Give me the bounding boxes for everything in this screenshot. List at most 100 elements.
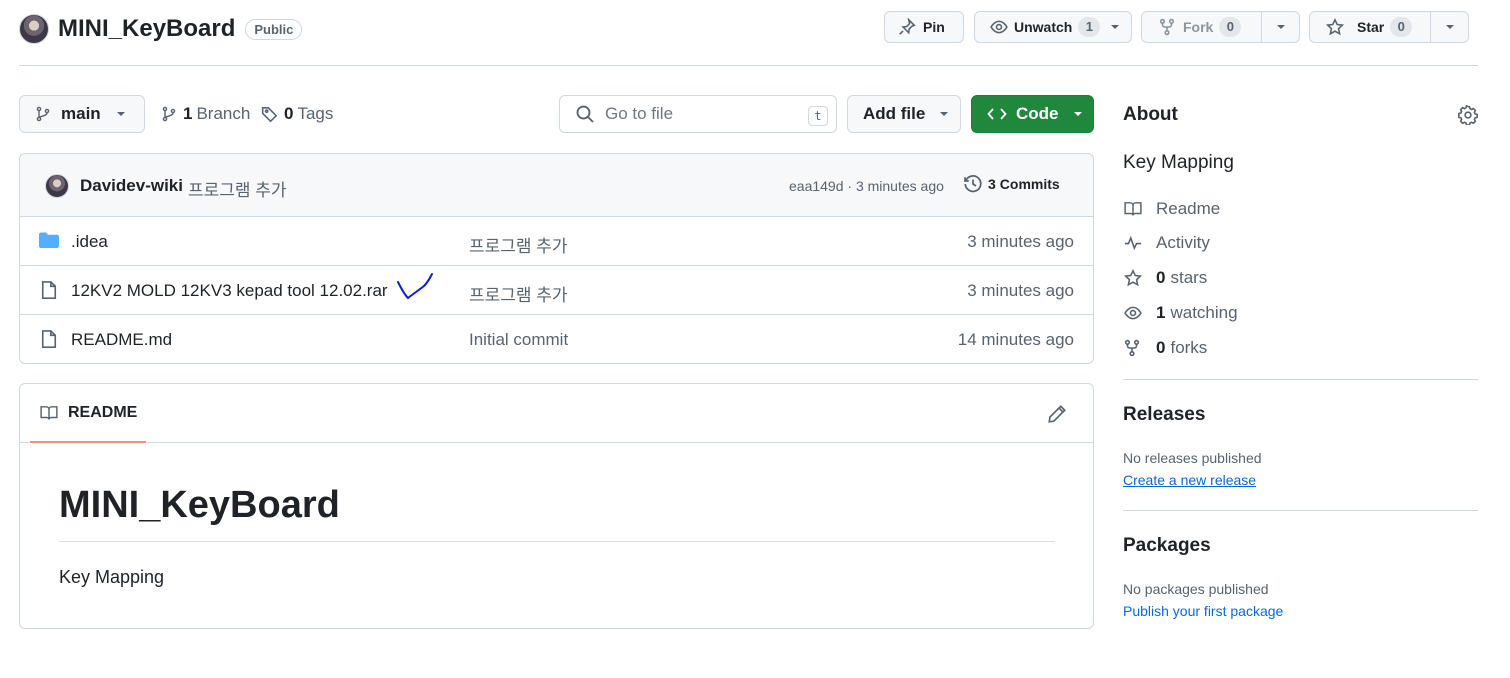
file-name[interactable]: 12KV2 MOLD 12KV3 kepad tool 12.02.rar [71,281,388,301]
forks-link[interactable]: 0 forks [1123,337,1207,359]
file-row[interactable]: README.md Initial commit 14 minutes ago [20,315,1093,363]
file-name[interactable]: README.md [71,330,172,350]
author-avatar[interactable] [45,174,69,198]
branch-icon [35,105,51,123]
file-icon [39,329,59,349]
checkmark-annotation [394,270,440,304]
edit-pencil-icon[interactable] [1047,404,1067,424]
star-dropdown[interactable] [1430,12,1468,42]
keyboard-shortcut-hint: t [808,106,828,126]
file-row[interactable]: 12KV2 MOLD 12KV3 kepad tool 12.02.rar 프로… [20,266,1093,315]
eye-icon [989,18,1009,36]
file-commit-message[interactable]: 프로그램 추가 [469,232,568,257]
add-file-label: Add file [863,104,926,123]
packages-empty-text: No packages published [1123,581,1269,597]
chevron-down-icon [1110,24,1120,30]
readme-panel: README MINI_KeyBoard Key Mapping [19,383,1094,629]
file-name[interactable]: .idea [71,232,108,252]
code-label: Code [1016,104,1059,123]
chevron-down-icon [116,111,126,117]
star-label: Star [1357,19,1385,35]
commits-link[interactable]: 3 Commits [963,174,1060,194]
readme-link[interactable]: Readme [1123,198,1220,220]
tab-readme[interactable]: README [30,384,146,443]
tags-link[interactable]: 0 Tags [261,95,333,133]
file-row[interactable]: .idea 프로그램 추가 3 minutes ago [20,217,1093,266]
about-title: About [1123,104,1178,125]
pin-button[interactable]: Pin [884,11,964,43]
fork-button[interactable]: Fork 0 [1141,11,1300,43]
branch-selector[interactable]: main [19,95,145,133]
branch-icon [161,105,177,123]
activity-link[interactable]: Activity [1123,232,1210,254]
forks-label: forks [1170,338,1208,357]
tag-icon [261,105,279,123]
search-input[interactable] [605,104,795,124]
chevron-down-icon [1276,24,1286,30]
go-to-file-search[interactable]: t [559,95,837,133]
publish-package-link[interactable]: Publish your first package [1123,603,1283,619]
chevron-down-icon [1445,24,1455,30]
unwatch-button[interactable]: Unwatch 1 [974,11,1132,43]
visibility-badge: Public [245,18,303,40]
book-icon [39,404,59,422]
fork-label: Fork [1183,19,1214,35]
releases-empty-text: No releases published [1123,450,1262,466]
unwatch-label: Unwatch [1014,19,1073,35]
book-icon [1123,200,1143,218]
repo-name[interactable]: MINI_KeyBoard [58,15,235,43]
watching-link[interactable]: 1 watching [1123,302,1238,324]
branches-link[interactable]: 1 Branch [161,95,250,133]
commit-author[interactable]: Davidev-wiki [80,176,183,196]
star-icon [1325,17,1345,37]
create-release-link[interactable]: Create a new release [1123,472,1256,488]
tags-count: 0 [284,104,294,123]
fork-icon [1158,18,1176,36]
watching-count: 1 [1156,303,1166,322]
fork-dropdown[interactable] [1261,12,1299,42]
code-icon [987,106,1007,122]
file-age: 3 minutes ago [967,232,1074,251]
releases-title[interactable]: Releases [1123,404,1205,426]
header-divider [19,65,1478,66]
about-description: Key Mapping [1123,152,1234,173]
sidebar-divider [1123,379,1478,380]
search-icon [575,104,595,124]
readme-heading: MINI_KeyBoard [59,484,340,526]
eye-icon [1123,304,1143,322]
pin-icon [898,18,916,36]
fork-counter: 0 [1219,17,1242,37]
gear-icon[interactable] [1458,105,1478,125]
fork-icon [1123,339,1143,357]
watching-label: watching [1170,303,1238,322]
file-commit-message[interactable]: 프로그램 추가 [469,281,568,306]
chevron-down-icon [939,111,949,117]
file-commit-message[interactable]: Initial commit [469,330,568,350]
readme-link-label: Readme [1156,199,1221,218]
readme-body: Key Mapping [59,567,165,587]
file-age: 14 minutes ago [957,330,1074,349]
sidebar-divider [1123,510,1478,511]
branches-count: 1 [183,104,193,123]
heading-rule [59,541,1055,542]
file-table: Davidev-wiki 프로그램 추가 eaa149d · 3 minutes… [19,153,1094,364]
commit-message[interactable]: 프로그램 추가 [188,176,287,201]
star-button[interactable]: Star 0 [1309,11,1469,43]
stars-link[interactable]: 0 stars [1123,267,1207,289]
packages-title[interactable]: Packages [1123,535,1211,557]
latest-commit-bar: Davidev-wiki 프로그램 추가 eaa149d · 3 minutes… [20,154,1093,217]
chevron-down-icon [1073,111,1083,117]
stars-count: 0 [1156,268,1166,287]
commits-label: Commits [999,176,1060,192]
code-button[interactable]: Code [971,95,1094,133]
commit-hash-age[interactable]: eaa149d · 3 minutes ago [789,178,944,194]
forks-count: 0 [1156,338,1166,357]
commits-count: 3 [988,176,996,192]
file-age: 3 minutes ago [967,281,1074,300]
folder-icon [39,231,59,249]
branch-name: main [61,104,101,123]
repo-header: MINI_KeyBoard Public [19,12,303,46]
owner-avatar[interactable] [19,14,49,44]
file-icon [39,280,59,300]
add-file-button[interactable]: Add file [847,95,961,133]
